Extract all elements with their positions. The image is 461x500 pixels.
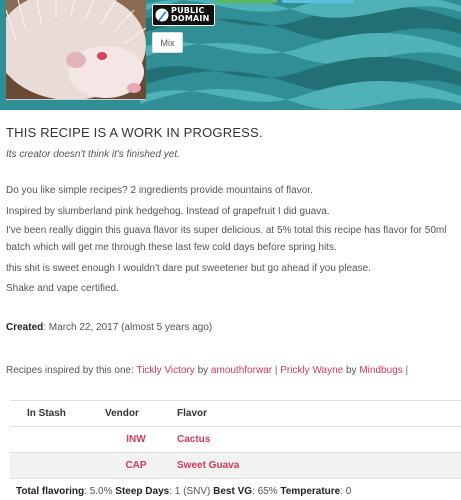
created-date: Created: March 22, 2017 (almost 5 years … <box>6 322 212 333</box>
action-button-blue[interactable] <box>282 0 354 3</box>
public-domain-badge: PUBLIC DOMAIN <box>152 4 215 26</box>
inspired-author-link[interactable]: Mindbugs <box>359 365 402 376</box>
table-row: CAP Sweet Guava <box>10 452 461 479</box>
recipe-stats: Total flavoring: 5.0% Steep Days: 1 (SNV… <box>16 486 351 497</box>
temperature-value: : 0 <box>340 486 352 497</box>
column-header-flavor: Flavor <box>167 400 461 427</box>
mix-button[interactable]: Mix <box>152 32 183 53</box>
by-text: by <box>343 365 360 376</box>
table-row: INW Cactus <box>10 426 461 453</box>
by-text: by <box>194 365 211 376</box>
flavor-cell: Sweet Guava <box>167 452 461 479</box>
created-label: Created <box>6 322 44 333</box>
description-paragraph: Inspired by slumberland pink hedgehog. I… <box>6 206 330 217</box>
vendor-cell: INW <box>105 426 167 453</box>
description-paragraph: I've been really diggin this guava flavo… <box>6 225 447 253</box>
total-flavoring-value: : 5.0% <box>84 486 116 497</box>
vendor-cell: CAP <box>105 452 167 479</box>
description-paragraph: this shit is sweet enough I wouldn't dar… <box>6 263 371 274</box>
flavor-cell: Cactus <box>167 426 461 453</box>
public-domain-pen-icon <box>155 8 169 22</box>
inspired-prefix: Recipes inspired by this one: <box>6 365 137 376</box>
best-vg-value: : 65% <box>252 486 281 497</box>
description-paragraph: Do you like simple recipes? 2 ingredient… <box>6 185 313 196</box>
wip-subtitle: Its creator doesn't think it's finished … <box>6 149 180 160</box>
best-vg-label: Best VG <box>213 486 253 497</box>
flavor-link[interactable]: Sweet Guava <box>177 460 239 471</box>
stash-cell <box>10 426 105 453</box>
flavors-table: In Stash Vendor Flavor INW Cactus CAP Sw… <box>10 400 461 479</box>
steep-days-label: Steep Days <box>115 486 170 497</box>
badge-line-2: DOMAIN <box>171 14 210 23</box>
column-header-in-stash: In Stash <box>10 400 105 427</box>
action-button-green[interactable] <box>215 0 277 3</box>
vendor-link[interactable]: INW <box>126 434 145 445</box>
column-header-vendor: Vendor <box>105 400 167 427</box>
separator: | <box>402 365 409 376</box>
table-header-row: In Stash Vendor Flavor <box>10 400 461 427</box>
vendor-link[interactable]: CAP <box>125 460 146 471</box>
inspired-author-link[interactable]: amouthforwar <box>211 365 272 376</box>
inspired-recipe-link[interactable]: Tickly Victory <box>136 365 194 376</box>
recipe-header: PUBLIC DOMAIN Mix <box>0 0 461 110</box>
separator: | <box>272 365 281 376</box>
total-flavoring-label: Total flavoring <box>16 486 85 497</box>
inspired-recipe-link[interactable]: Prickly Wayne <box>280 365 343 376</box>
wip-title: THIS RECIPE IS A WORK IN PROGRESS. <box>6 125 263 140</box>
created-value: : March 22, 2017 (almost 5 years ago) <box>43 322 213 333</box>
temperature-label: Temperature <box>280 486 341 497</box>
stash-cell <box>10 452 105 479</box>
description-paragraph: Shake and vape certified. <box>6 283 119 294</box>
inspired-recipes: Recipes inspired by this one: Tickly Vic… <box>6 365 408 376</box>
flavor-link[interactable]: Cactus <box>177 434 210 445</box>
steep-days-value: : 1 (SNV) <box>169 486 214 497</box>
recipe-image <box>6 0 146 100</box>
